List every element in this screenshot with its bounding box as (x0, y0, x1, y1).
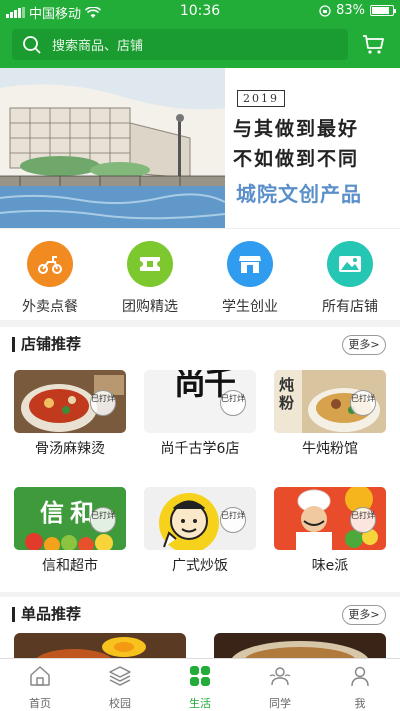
ticket-icon (127, 241, 173, 287)
category-group-buy[interactable]: 团购精选 (100, 241, 200, 316)
shop-thumbnail: 尚千 已打烊 (144, 370, 256, 433)
closed-stamp: 已打烊 (90, 507, 116, 533)
promo-banner[interactable]: 2019 与其做到最好 不如做到不同 城院文创产品 (0, 68, 400, 228)
closed-stamp: 已打烊 (350, 390, 376, 416)
cart-icon[interactable] (360, 31, 386, 57)
shop-thumbnail: 已打烊 (274, 487, 386, 550)
landscape-icon (327, 241, 373, 287)
category-label: 团购精选 (122, 299, 178, 315)
tab-home[interactable]: 首页 (0, 659, 80, 711)
battery-percent: 83% (336, 3, 365, 18)
tab-me[interactable]: 我 (320, 659, 400, 711)
search-icon (23, 35, 41, 54)
more-shops-button[interactable]: 更多> (342, 335, 386, 355)
closed-stamp: 已打烊 (90, 390, 116, 416)
category-label: 所有店铺 (322, 299, 378, 315)
tab-label: 我 (354, 697, 366, 710)
home-icon (30, 666, 50, 686)
shop-name: 味e派 (311, 558, 349, 574)
section-header: 店铺推荐 更多> (0, 327, 400, 361)
shop-thumbnail: 炖粉 已打烊 (274, 370, 386, 433)
tab-classmates[interactable]: 同学 (240, 659, 320, 711)
product-recommend-section: 单品推荐 更多> (0, 597, 400, 663)
campus-illustration (0, 68, 225, 228)
layers-icon (109, 666, 131, 686)
closed-stamp: 已打烊 (220, 507, 246, 533)
person-icon (351, 666, 369, 687)
shop-thumbnail: 已打烊 (144, 487, 256, 550)
bottom-tab-bar: 首页 校园 生活 同学 我 (0, 658, 400, 711)
store-icon (227, 241, 273, 287)
category-label: 外卖点餐 (22, 299, 78, 315)
tab-label: 同学 (269, 697, 291, 710)
shop-card[interactable]: 信和 已打烊 信和超市 (14, 487, 126, 575)
tab-life[interactable]: 生活 (160, 659, 240, 711)
banner-product-title: 城院文创产品 (236, 182, 362, 206)
category-row: 外卖点餐 团购精选 学生创业 所有店铺 (0, 228, 400, 320)
category-label: 学生创业 (222, 299, 278, 315)
people-icon (269, 667, 291, 686)
category-student-startup[interactable]: 学生创业 (200, 241, 300, 316)
category-all-shops[interactable]: 所有店铺 (300, 241, 400, 316)
section-title: 店铺推荐 (12, 337, 81, 352)
category-takeout[interactable]: 外卖点餐 (0, 241, 100, 316)
shop-recommend-section: 店铺推荐 更多> 已打烊 骨汤麻辣烫 尚千 已打烊 尚千古学6店 炖粉 已打烊 … (0, 327, 400, 592)
closed-stamp: 已打烊 (350, 507, 376, 533)
search-placeholder: 搜索商品、店铺 (52, 39, 144, 54)
shop-name: 广式炒饭 (172, 558, 228, 574)
shop-name: 牛炖粉馆 (302, 441, 358, 457)
status-bar: 中国移动 10:36 83% (0, 0, 400, 22)
grid-icon (190, 666, 210, 686)
shop-thumbnail: 已打烊 (14, 370, 126, 433)
section-title: 单品推荐 (12, 607, 81, 622)
scooter-icon (27, 241, 73, 287)
shop-logo-text: 炖粉 (279, 376, 295, 412)
shop-card[interactable]: 已打烊 骨汤麻辣烫 (14, 370, 126, 458)
rotation-lock-icon (319, 4, 331, 17)
tab-label: 生活 (189, 697, 211, 710)
banner-slogan-line-1: 与其做到最好 (233, 118, 360, 140)
shop-name: 骨汤麻辣烫 (35, 441, 105, 457)
shop-card[interactable]: 已打烊 味e派 (274, 487, 386, 575)
tab-label: 首页 (29, 697, 51, 710)
tab-label: 校园 (109, 697, 131, 710)
shop-name: 信和超市 (42, 558, 98, 574)
shop-thumbnail: 信和 已打烊 (14, 487, 126, 550)
more-products-button[interactable]: 更多> (342, 605, 386, 625)
shop-card[interactable]: 炖粉 已打烊 牛炖粉馆 (274, 370, 386, 458)
closed-stamp: 已打烊 (220, 390, 246, 416)
battery-icon (370, 5, 396, 16)
shop-name: 尚千古学6店 (160, 441, 240, 457)
section-header: 单品推荐 更多> (0, 597, 400, 631)
top-header: 中国移动 10:36 83% 搜索商品、店铺 (0, 0, 400, 68)
banner-year: 2019 (237, 90, 285, 107)
tab-campus[interactable]: 校园 (80, 659, 160, 711)
search-input[interactable]: 搜索商品、店铺 (12, 29, 348, 60)
shop-card[interactable]: 已打烊 广式炒饭 (144, 487, 256, 575)
shop-card[interactable]: 尚千 已打烊 尚千古学6店 (144, 370, 256, 458)
banner-slogan-line-2: 不如做到不同 (233, 148, 360, 170)
